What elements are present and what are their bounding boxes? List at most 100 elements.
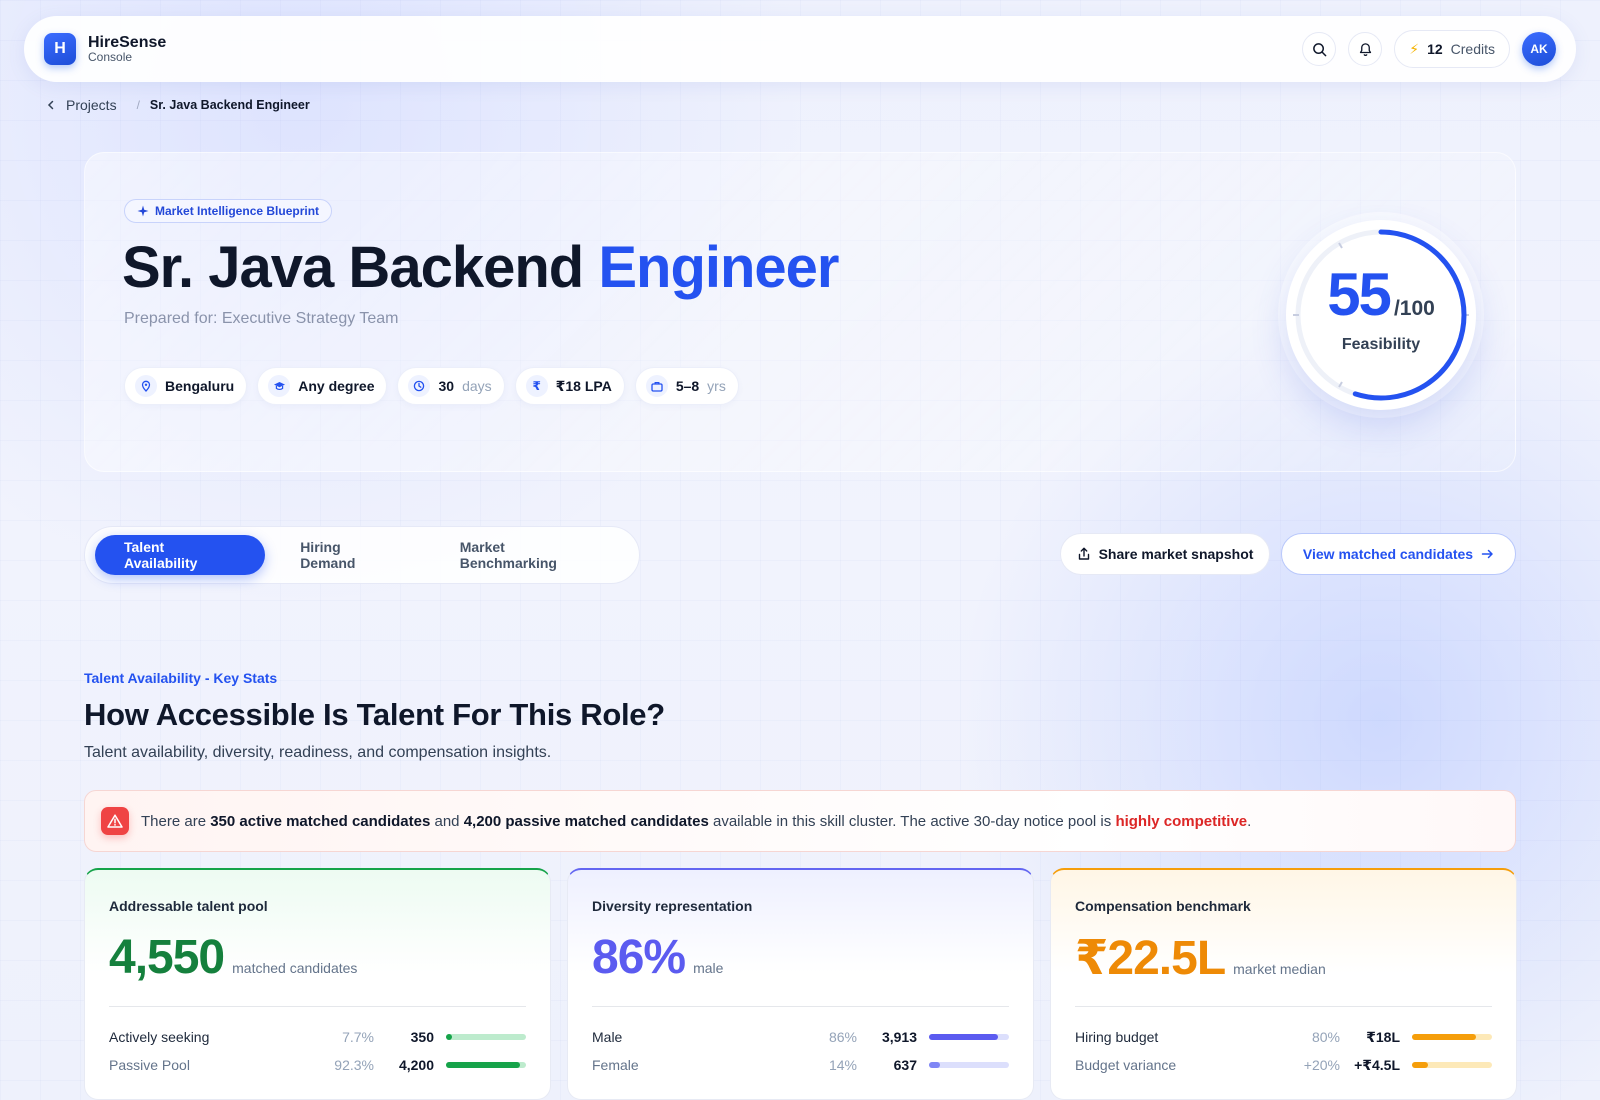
chip-experience: 5–8 yrs (634, 367, 739, 405)
stat-percent: 86% (828, 1029, 857, 1045)
notifications-button[interactable] (1348, 32, 1383, 66)
credits-label: Credits (1450, 41, 1495, 57)
stat-percent: 7.7% (342, 1029, 374, 1045)
stat-count: +₹4.5L (1354, 1056, 1400, 1073)
card-metric-unit: male (693, 960, 724, 976)
rupee-icon: ₹ (525, 375, 548, 397)
alert-text-3: available in this skill cluster. The act… (708, 812, 1116, 830)
stat-percent: 92.3% (334, 1057, 374, 1073)
stat-label: Budget variance (1075, 1057, 1177, 1073)
view-matched-candidates-button[interactable]: View matched candidates (1281, 533, 1516, 575)
page-title: Sr. Java Backend Engineer (122, 234, 840, 301)
card-metric-value: ₹22.5L (1075, 932, 1226, 985)
bolt-icon: ⚡ (1409, 40, 1420, 57)
chevron-left-icon (47, 100, 54, 110)
chip-notice-unit: days (462, 378, 492, 394)
stat-count: ₹18L (1366, 1028, 1400, 1045)
stat-bar (929, 1062, 1009, 1068)
alert-text-4: . (1247, 812, 1252, 830)
stat-percent: 80% (1311, 1029, 1340, 1045)
arrow-right-icon (1481, 549, 1493, 559)
breadcrumb-current: Sr. Java Backend Engineer (149, 98, 310, 112)
chip-notice-period: 30 days (397, 367, 505, 405)
card-title: Addressable talent pool (109, 898, 268, 914)
stat-row: Passive Pool 92.3% 4,200 (109, 1055, 526, 1075)
sparkle-icon (137, 205, 149, 217)
chip-degree-value: Any degree (298, 378, 375, 394)
section-tabs: Talent Availability Hiring Demand Market… (84, 526, 640, 584)
card-metric-unit: matched candidates (232, 960, 358, 976)
breadcrumb-separator: / (136, 98, 140, 112)
stat-row: Actively seeking 7.7% 350 (109, 1027, 526, 1047)
card-metric-value: 4,550 (109, 931, 225, 984)
card-metric: ₹22.5L market median (1075, 930, 1326, 986)
tab-hiring-demand[interactable]: Hiring Demand (271, 535, 425, 575)
page-title-main: Sr. Java Backend (122, 235, 584, 300)
stat-percent: 14% (828, 1057, 857, 1073)
feasibility-score-value: 55 (1327, 261, 1392, 328)
feasibility-score: 55 /100 (1286, 260, 1476, 329)
warning-icon (101, 807, 129, 835)
stat-bar (1412, 1062, 1492, 1068)
briefcase-icon (645, 375, 668, 397)
card-compensation-benchmark: Compensation benchmark ₹22.5L market med… (1050, 868, 1517, 1100)
card-metric-value: 86% (592, 931, 686, 984)
stat-label: Passive Pool (109, 1057, 190, 1073)
user-avatar[interactable]: AK (1522, 32, 1556, 66)
share-snapshot-label: Share market snapshot (1098, 546, 1254, 562)
location-pin-icon (135, 375, 157, 397)
stat-count: 350 (410, 1029, 434, 1045)
chip-salary-value: ₹18 LPA (555, 377, 612, 394)
stat-label: Female (592, 1057, 639, 1073)
tab-talent-availability[interactable]: Talent Availability (95, 535, 266, 575)
prepared-for: Prepared for: Executive Strategy Team (124, 310, 399, 327)
credits-badge[interactable]: ⚡ 12 Credits (1394, 30, 1510, 68)
stat-row: Female 14% 637 (592, 1055, 1009, 1075)
role-attribute-chips: Bengaluru Any degree 30 days ₹ ₹18 LPA 5… (124, 367, 739, 405)
top-navigation-bar: H HireSense Console ⚡ 12 Credits AK (24, 16, 1576, 82)
breadcrumb: Projects / Sr. Java Backend Engineer (46, 97, 310, 113)
stat-row: Budget variance +20% +₹4.5L (1075, 1055, 1492, 1075)
search-button[interactable] (1302, 32, 1337, 66)
stat-row: Hiring budget 80% ₹18L (1075, 1027, 1492, 1047)
stat-bar (446, 1034, 526, 1040)
alert-text-2: and (430, 812, 464, 830)
chip-location: Bengaluru (124, 367, 248, 405)
app-logo[interactable]: H (44, 33, 76, 65)
brand-name: HireSense (88, 33, 167, 51)
blueprint-badge-label: Market Intelligence Blueprint (155, 204, 320, 218)
chip-experience-value: 5–8 (675, 378, 700, 394)
stat-label: Hiring budget (1075, 1029, 1159, 1045)
competition-alert: There are 350 active matched candidates … (84, 790, 1516, 852)
share-snapshot-button[interactable]: Share market snapshot (1060, 533, 1270, 575)
brand-subtitle: Console (88, 50, 133, 65)
feasibility-label: Feasibility (1341, 336, 1421, 353)
alert-passive-count: 4,200 passive matched candidates (463, 812, 709, 830)
stat-count: 4,200 (398, 1057, 434, 1073)
tab-market-benchmarking[interactable]: Market Benchmarking (431, 535, 629, 575)
section-title: How Accessible Is Talent For This Role? (84, 697, 665, 732)
stat-label: Actively seeking (109, 1029, 210, 1045)
stat-bar-fill (1412, 1034, 1476, 1040)
brand: HireSense Console (88, 34, 166, 65)
stat-bar (929, 1034, 1009, 1040)
alert-text-1: There are (141, 812, 211, 830)
stat-bar-fill (929, 1034, 998, 1040)
breadcrumb-back-link[interactable]: Projects (46, 97, 117, 113)
share-icon (1078, 547, 1089, 560)
stat-bar-fill (929, 1062, 941, 1068)
stat-bar-fill (1412, 1062, 1428, 1068)
card-divider (592, 1006, 1009, 1007)
credits-count: 12 (1427, 41, 1443, 57)
card-divider (1075, 1006, 1492, 1007)
card-metric: 4,550 matched candidates (109, 930, 357, 985)
breadcrumb-projects: Projects (66, 97, 117, 113)
page-title-accent: Engineer (598, 235, 839, 300)
feasibility-gauge: 55 /100 Feasibility (1286, 220, 1476, 410)
stat-label: Male (592, 1029, 623, 1045)
card-divider (109, 1006, 526, 1007)
chip-experience-unit: yrs (707, 378, 726, 394)
chip-degree: Any degree (257, 367, 388, 405)
section-kicker: Talent Availability - Key Stats (84, 670, 278, 686)
stat-bar-fill (446, 1034, 453, 1040)
